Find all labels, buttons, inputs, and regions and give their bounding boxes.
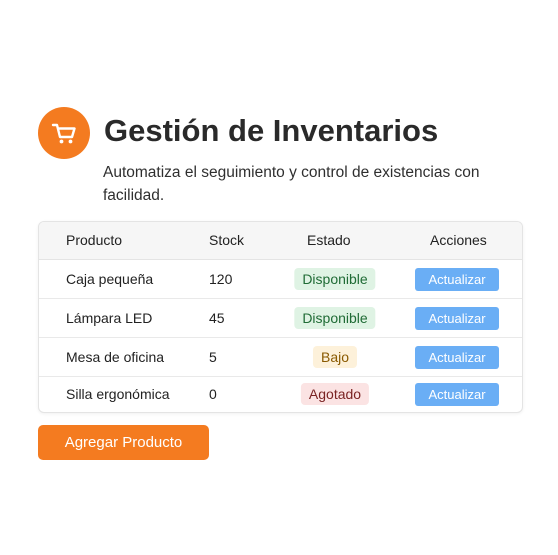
stock-value: 5	[209, 349, 217, 365]
page-title: Gestión de Inventarios	[104, 113, 439, 148]
stock-value: 0	[209, 386, 217, 402]
stock-value: 120	[209, 271, 233, 287]
add-product-button[interactable]: Agregar Producto	[38, 425, 209, 460]
status-badge: Disponible	[294, 307, 376, 329]
update-button[interactable]: Actualizar	[415, 307, 499, 330]
logo-badge	[38, 107, 90, 159]
table-header: Producto Stock Estado Acciones	[39, 222, 522, 260]
shopping-cart-icon	[51, 123, 76, 144]
column-header-actions: Acciones	[430, 232, 487, 248]
update-button[interactable]: Actualizar	[415, 383, 499, 406]
product-name: Mesa de oficina	[66, 349, 165, 365]
table-row: Caja pequeña 120 Disponible Actualizar	[39, 260, 522, 299]
product-name: Caja pequeña	[66, 271, 154, 287]
status-badge: Disponible	[294, 268, 376, 290]
update-button[interactable]: Actualizar	[415, 268, 499, 291]
column-header-status: Estado	[307, 232, 351, 248]
inventory-table: Producto Stock Estado Acciones Caja pequ…	[38, 221, 523, 413]
stock-value: 45	[209, 310, 225, 326]
table-row: Lámpara LED 45 Disponible Actualizar	[39, 299, 522, 338]
column-header-stock: Stock	[209, 232, 245, 248]
page-subtitle: Automatiza el seguimiento y control de e…	[103, 164, 480, 204]
status-badge: Bajo	[312, 346, 358, 368]
table-row: Silla ergonómica 0 Agotado Actualizar	[39, 375, 522, 412]
update-button[interactable]: Actualizar	[415, 346, 499, 369]
product-name: Silla ergonómica	[66, 386, 170, 402]
column-header-product: Producto	[66, 232, 123, 248]
status-badge: Agotado	[300, 383, 370, 405]
table-row: Mesa de oficina 5 Bajo Actualizar	[39, 338, 522, 377]
page-header: Gestión de Inventarios	[38, 105, 528, 165]
product-name: Lámpara LED	[66, 310, 153, 326]
